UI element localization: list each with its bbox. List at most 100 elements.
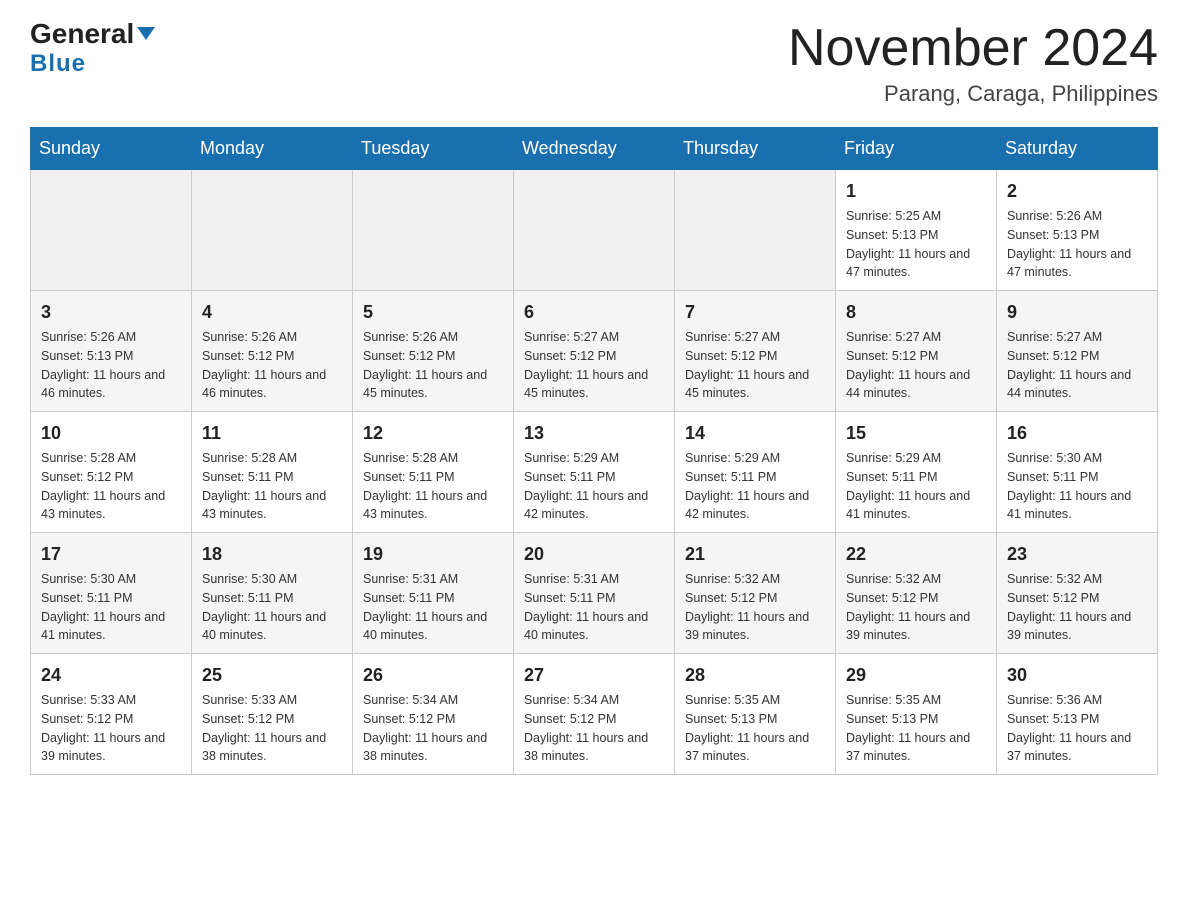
- day-number: 21: [685, 541, 825, 568]
- col-saturday: Saturday: [997, 128, 1158, 170]
- table-row: 6Sunrise: 5:27 AM Sunset: 5:12 PM Daylig…: [514, 291, 675, 412]
- day-number: 29: [846, 662, 986, 689]
- day-info: Sunrise: 5:29 AM Sunset: 5:11 PM Dayligh…: [524, 449, 664, 524]
- table-row: 7Sunrise: 5:27 AM Sunset: 5:12 PM Daylig…: [675, 291, 836, 412]
- day-info: Sunrise: 5:28 AM Sunset: 5:11 PM Dayligh…: [363, 449, 503, 524]
- day-info: Sunrise: 5:27 AM Sunset: 5:12 PM Dayligh…: [1007, 328, 1147, 403]
- day-info: Sunrise: 5:32 AM Sunset: 5:12 PM Dayligh…: [846, 570, 986, 645]
- table-row: 23Sunrise: 5:32 AM Sunset: 5:12 PM Dayli…: [997, 533, 1158, 654]
- day-number: 30: [1007, 662, 1147, 689]
- table-row: 25Sunrise: 5:33 AM Sunset: 5:12 PM Dayli…: [192, 654, 353, 775]
- calendar-week-row: 3Sunrise: 5:26 AM Sunset: 5:13 PM Daylig…: [31, 291, 1158, 412]
- day-number: 4: [202, 299, 342, 326]
- day-number: 19: [363, 541, 503, 568]
- table-row: 8Sunrise: 5:27 AM Sunset: 5:12 PM Daylig…: [836, 291, 997, 412]
- table-row: 29Sunrise: 5:35 AM Sunset: 5:13 PM Dayli…: [836, 654, 997, 775]
- table-row: 17Sunrise: 5:30 AM Sunset: 5:11 PM Dayli…: [31, 533, 192, 654]
- day-number: 25: [202, 662, 342, 689]
- day-info: Sunrise: 5:31 AM Sunset: 5:11 PM Dayligh…: [524, 570, 664, 645]
- calendar-header-row: Sunday Monday Tuesday Wednesday Thursday…: [31, 128, 1158, 170]
- day-number: 10: [41, 420, 181, 447]
- day-number: 3: [41, 299, 181, 326]
- day-info: Sunrise: 5:27 AM Sunset: 5:12 PM Dayligh…: [846, 328, 986, 403]
- day-number: 2: [1007, 178, 1147, 205]
- day-info: Sunrise: 5:26 AM Sunset: 5:13 PM Dayligh…: [1007, 207, 1147, 282]
- day-number: 8: [846, 299, 986, 326]
- location: Parang, Caraga, Philippines: [788, 81, 1158, 107]
- table-row: 28Sunrise: 5:35 AM Sunset: 5:13 PM Dayli…: [675, 654, 836, 775]
- table-row: 10Sunrise: 5:28 AM Sunset: 5:12 PM Dayli…: [31, 412, 192, 533]
- day-number: 18: [202, 541, 342, 568]
- table-row: 16Sunrise: 5:30 AM Sunset: 5:11 PM Dayli…: [997, 412, 1158, 533]
- day-number: 27: [524, 662, 664, 689]
- day-number: 24: [41, 662, 181, 689]
- logo-general: General: [30, 20, 155, 48]
- day-number: 17: [41, 541, 181, 568]
- day-number: 13: [524, 420, 664, 447]
- table-row: 9Sunrise: 5:27 AM Sunset: 5:12 PM Daylig…: [997, 291, 1158, 412]
- col-wednesday: Wednesday: [514, 128, 675, 170]
- day-info: Sunrise: 5:34 AM Sunset: 5:12 PM Dayligh…: [524, 691, 664, 766]
- day-number: 7: [685, 299, 825, 326]
- table-row: 14Sunrise: 5:29 AM Sunset: 5:11 PM Dayli…: [675, 412, 836, 533]
- col-tuesday: Tuesday: [353, 128, 514, 170]
- day-info: Sunrise: 5:26 AM Sunset: 5:12 PM Dayligh…: [202, 328, 342, 403]
- table-row: [31, 170, 192, 291]
- table-row: [514, 170, 675, 291]
- day-number: 5: [363, 299, 503, 326]
- logo-blue: Blue: [30, 50, 86, 78]
- page-header: General Blue November 2024 Parang, Carag…: [30, 20, 1158, 107]
- table-row: [675, 170, 836, 291]
- table-row: 3Sunrise: 5:26 AM Sunset: 5:13 PM Daylig…: [31, 291, 192, 412]
- title-area: November 2024 Parang, Caraga, Philippine…: [788, 20, 1158, 107]
- day-info: Sunrise: 5:25 AM Sunset: 5:13 PM Dayligh…: [846, 207, 986, 282]
- table-row: [353, 170, 514, 291]
- day-number: 14: [685, 420, 825, 447]
- logo: General Blue: [30, 20, 155, 78]
- month-title: November 2024: [788, 20, 1158, 77]
- day-info: Sunrise: 5:29 AM Sunset: 5:11 PM Dayligh…: [685, 449, 825, 524]
- day-number: 1: [846, 178, 986, 205]
- day-info: Sunrise: 5:34 AM Sunset: 5:12 PM Dayligh…: [363, 691, 503, 766]
- day-info: Sunrise: 5:31 AM Sunset: 5:11 PM Dayligh…: [363, 570, 503, 645]
- day-info: Sunrise: 5:32 AM Sunset: 5:12 PM Dayligh…: [685, 570, 825, 645]
- day-number: 12: [363, 420, 503, 447]
- day-number: 15: [846, 420, 986, 447]
- calendar-week-row: 24 Sunrise: 5:33 AM Sunset: 5:12 PM Dayli…: [31, 654, 1158, 775]
- day-number: 9: [1007, 299, 1147, 326]
- table-row: 30Sunrise: 5:36 AM Sunset: 5:13 PM Dayli…: [997, 654, 1158, 775]
- col-friday: Friday: [836, 128, 997, 170]
- calendar-week-row: 17Sunrise: 5:30 AM Sunset: 5:11 PM Dayli…: [31, 533, 1158, 654]
- day-info: Sunrise: 5:27 AM Sunset: 5:12 PM Dayligh…: [685, 328, 825, 403]
- day-number: 26: [363, 662, 503, 689]
- table-row: 15Sunrise: 5:29 AM Sunset: 5:11 PM Dayli…: [836, 412, 997, 533]
- day-info: Sunrise: 5:30 AM Sunset: 5:11 PM Dayligh…: [1007, 449, 1147, 524]
- day-number: 28: [685, 662, 825, 689]
- table-row: 24Sunrise: 5:33 AM Sunset: 5:12 PM Dayli…: [31, 654, 192, 775]
- table-row: 12Sunrise: 5:28 AM Sunset: 5:11 PM Dayli…: [353, 412, 514, 533]
- calendar-week-row: 1Sunrise: 5:25 AM Sunset: 5:13 PM Daylig…: [31, 170, 1158, 291]
- day-info: Sunrise: 5:29 AM Sunset: 5:11 PM Dayligh…: [846, 449, 986, 524]
- day-info: Sunrise: 5:28 AM Sunset: 5:11 PM Dayligh…: [202, 449, 342, 524]
- table-row: 13Sunrise: 5:29 AM Sunset: 5:11 PM Dayli…: [514, 412, 675, 533]
- day-info: Sunrise: 5:27 AM Sunset: 5:12 PM Dayligh…: [524, 328, 664, 403]
- table-row: 1Sunrise: 5:25 AM Sunset: 5:13 PM Daylig…: [836, 170, 997, 291]
- table-row: 22Sunrise: 5:32 AM Sunset: 5:12 PM Dayli…: [836, 533, 997, 654]
- day-number: 22: [846, 541, 986, 568]
- day-info: Sunrise: 5:26 AM Sunset: 5:13 PM Dayligh…: [41, 328, 181, 403]
- table-row: 19Sunrise: 5:31 AM Sunset: 5:11 PM Dayli…: [353, 533, 514, 654]
- table-row: [192, 170, 353, 291]
- table-row: 5Sunrise: 5:26 AM Sunset: 5:12 PM Daylig…: [353, 291, 514, 412]
- table-row: 2Sunrise: 5:26 AM Sunset: 5:13 PM Daylig…: [997, 170, 1158, 291]
- calendar-week-row: 10Sunrise: 5:28 AM Sunset: 5:12 PM Dayli…: [31, 412, 1158, 533]
- calendar-table: Sunday Monday Tuesday Wednesday Thursday…: [30, 127, 1158, 775]
- day-info: Sunrise: 5:26 AM Sunset: 5:12 PM Dayligh…: [363, 328, 503, 403]
- table-row: 4Sunrise: 5:26 AM Sunset: 5:12 PM Daylig…: [192, 291, 353, 412]
- day-info: Sunrise: 5:33 AM Sunset: 5:12 PM Dayligh…: [202, 691, 342, 766]
- col-thursday: Thursday: [675, 128, 836, 170]
- day-number: 6: [524, 299, 664, 326]
- table-row: 26Sunrise: 5:34 AM Sunset: 5:12 PM Dayli…: [353, 654, 514, 775]
- table-row: 27Sunrise: 5:34 AM Sunset: 5:12 PM Dayli…: [514, 654, 675, 775]
- day-number: 20: [524, 541, 664, 568]
- day-info: Sunrise: 5:35 AM Sunset: 5:13 PM Dayligh…: [685, 691, 825, 766]
